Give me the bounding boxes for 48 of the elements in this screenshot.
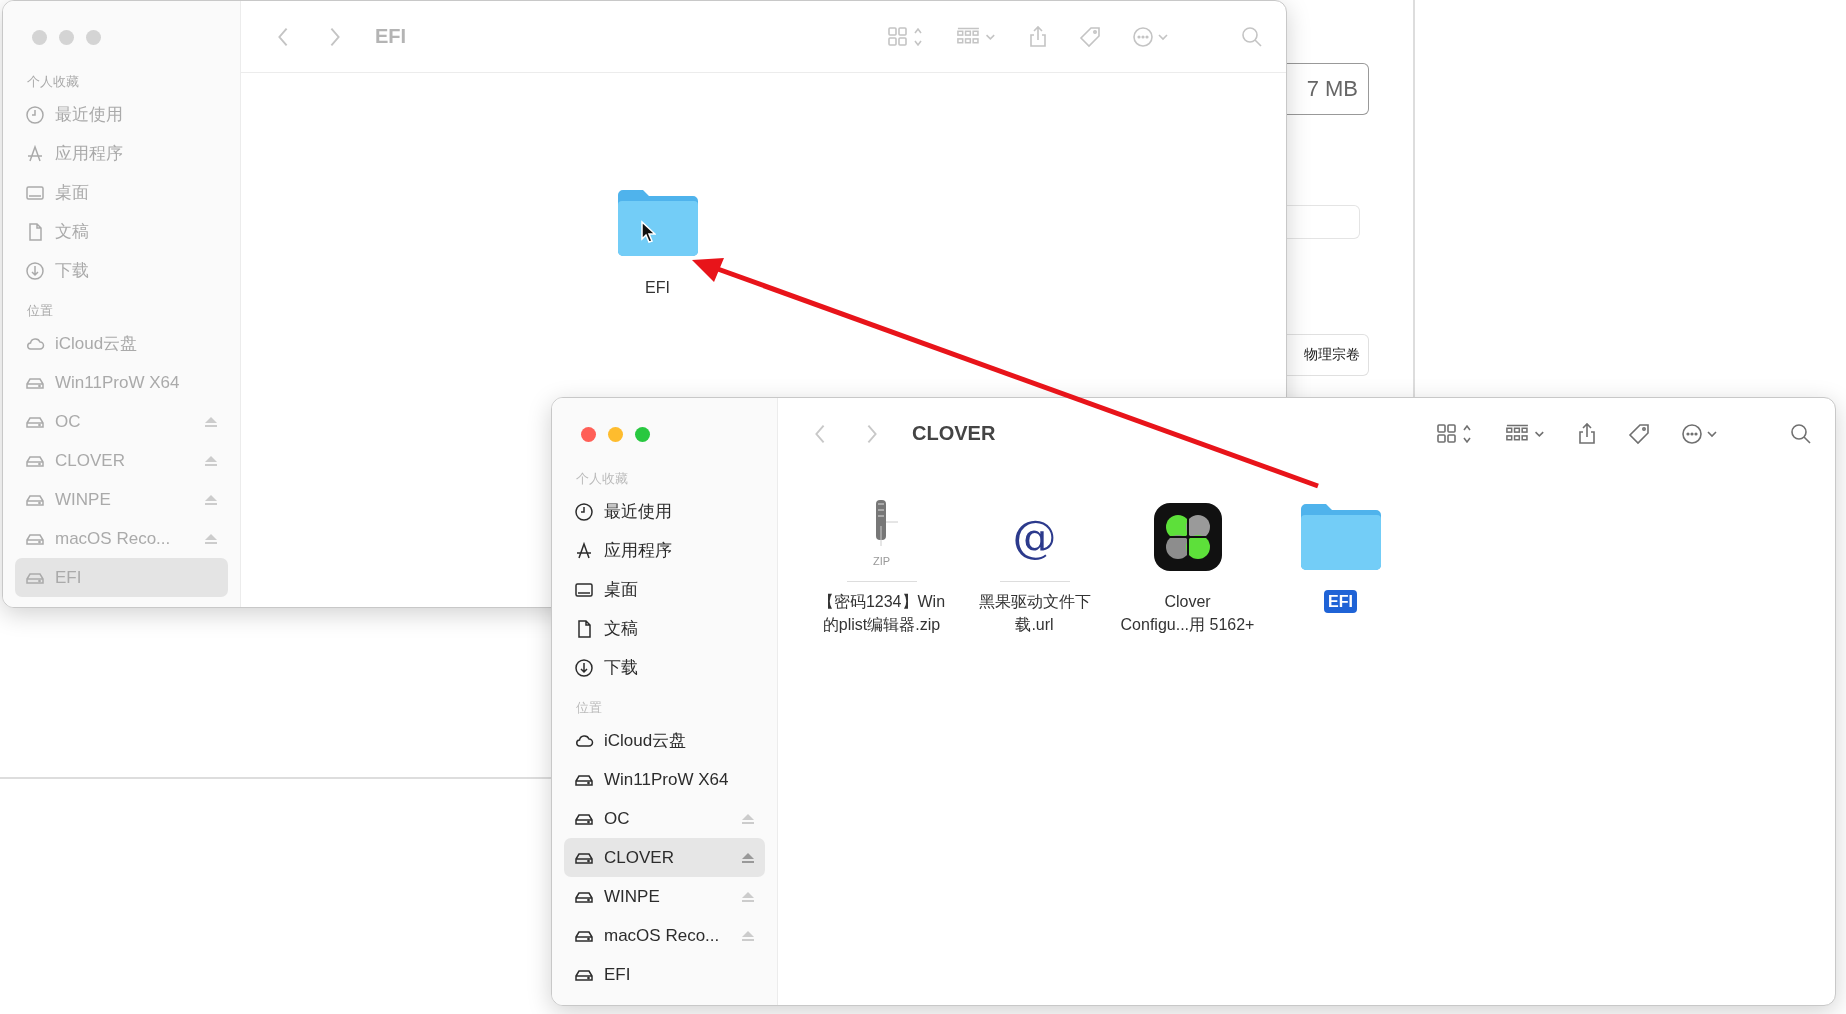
- zoom-button[interactable]: [635, 426, 650, 442]
- eject-icon[interactable]: [741, 890, 755, 903]
- file-name[interactable]: 黑果驱动文件下 载.url: [974, 590, 1095, 636]
- tag-button[interactable]: [1627, 421, 1651, 446]
- download-icon: [25, 260, 45, 281]
- eject-icon[interactable]: [741, 929, 755, 942]
- volume-button[interactable]: 物理宗卷: [1287, 334, 1369, 376]
- close-button[interactable]: [32, 29, 47, 45]
- a-shape-icon: [25, 143, 45, 164]
- sidebar-item[interactable]: 文稿: [564, 609, 765, 648]
- mouse-cursor: [640, 220, 656, 244]
- sidebar-item[interactable]: 最近使用: [564, 492, 765, 531]
- folder-icon[interactable]: [1298, 501, 1383, 573]
- window-title: EFI: [375, 25, 407, 48]
- sidebar-item[interactable]: 应用程序: [564, 531, 765, 570]
- sidebar-heading: 位置: [26, 302, 54, 320]
- sidebar-item[interactable]: OC: [564, 799, 765, 838]
- a-shape-icon: [574, 540, 594, 561]
- sidebar-item[interactable]: 桌面: [564, 570, 765, 609]
- eject-icon[interactable]: [204, 415, 218, 428]
- file-name[interactable]: 【密码1234】Win 的plist编辑器.zip: [813, 590, 950, 636]
- sidebar-item[interactable]: WINPE: [564, 877, 765, 916]
- search-button[interactable]: [1789, 421, 1813, 446]
- download-icon: [574, 657, 594, 678]
- sidebar-item[interactable]: 下载: [564, 648, 765, 687]
- sidebar-heading: 个人收藏: [575, 470, 629, 488]
- minimize-button[interactable]: [59, 29, 74, 45]
- minimize-button[interactable]: [608, 426, 623, 442]
- sidebar-heading: 个人收藏: [26, 73, 80, 91]
- sidebar-item[interactable]: CLOVER: [564, 838, 765, 877]
- zoom-button[interactable]: [86, 29, 101, 45]
- eject-icon[interactable]: [204, 532, 218, 545]
- clover-app-icon[interactable]: [1151, 501, 1224, 573]
- clock-icon: [574, 501, 594, 522]
- sidebar-item[interactable]: iCloud云盘: [564, 721, 765, 760]
- sidebar-heading: 位置: [575, 699, 603, 717]
- sidebar-item[interactable]: Win11ProW X64: [564, 760, 765, 799]
- clock-icon: [25, 104, 45, 125]
- sidebar-item[interactable]: EFI: [564, 955, 765, 994]
- eject-icon[interactable]: [204, 493, 218, 506]
- eject-icon[interactable]: [741, 812, 755, 825]
- file-name[interactable]: EFI: [1324, 590, 1357, 613]
- window-title: CLOVER: [912, 422, 996, 445]
- eject-icon[interactable]: [204, 454, 218, 467]
- sidebar-item[interactable]: macOS Reco...: [564, 916, 765, 955]
- file-name[interactable]: Clover Configu...用 5162+: [1116, 590, 1259, 636]
- close-button[interactable]: [581, 426, 596, 442]
- eject-icon[interactable]: [741, 851, 755, 864]
